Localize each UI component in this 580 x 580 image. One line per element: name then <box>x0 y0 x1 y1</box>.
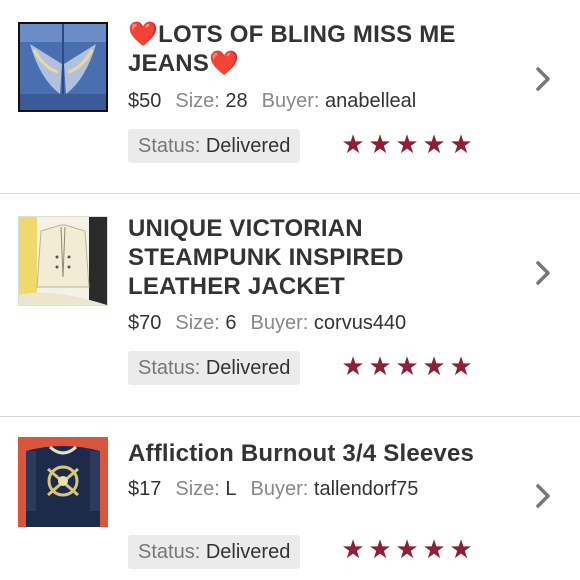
heart-icon: ❤️ <box>209 50 240 77</box>
star-icon: ★ <box>422 534 447 564</box>
status-badge: Status: Delivered <box>128 129 301 163</box>
item-size: 28 <box>225 90 248 112</box>
item-price: $70 <box>128 312 162 334</box>
star-icon: ★ <box>395 351 420 381</box>
chevron-right-icon[interactable] <box>530 66 556 92</box>
item-title: UNIQUE VICTORIAN STEAMPUNK INSPIRED LEAT… <box>128 215 404 300</box>
item-size: 6 <box>225 312 237 334</box>
status-badge: Status: Delivered <box>128 351 301 385</box>
buyer-name: tallendorf75 <box>313 478 419 500</box>
rating-stars: ★ ★ ★ ★ ★ <box>340 351 475 382</box>
star-icon: ★ <box>422 129 447 159</box>
star-icon: ★ <box>341 129 366 159</box>
buyer-name: corvus440 <box>313 312 407 334</box>
star-icon: ★ <box>368 129 393 159</box>
star-icon: ★ <box>368 534 393 564</box>
rating-stars: ★ ★ ★ ★ ★ <box>340 129 475 160</box>
heart-icon: ❤️ <box>128 21 159 48</box>
item-title: ❤️LOTS OF BLING MISS ME JEANS❤️ <box>128 21 456 77</box>
item-price: $17 <box>128 478 162 500</box>
star-icon: ★ <box>395 534 420 564</box>
list-item[interactable]: UNIQUE VICTORIAN STEAMPUNK INSPIRED LEAT… <box>0 194 580 417</box>
item-title: Affliction Burnout 3/4 Sleeves <box>128 440 475 467</box>
item-thumbnail-jacket <box>18 216 108 306</box>
status-label: Status: <box>138 135 201 157</box>
item-thumbnail-jeans <box>18 22 108 112</box>
item-size: L <box>225 478 237 500</box>
buyer-name: anabelleal <box>325 90 417 112</box>
list-item[interactable]: Affliction Burnout 3/4 Sleeves $17 Size: … <box>0 417 580 580</box>
sales-list: ❤️LOTS OF BLING MISS ME JEANS❤️ $50 Size:… <box>0 0 580 580</box>
star-icon: ★ <box>449 534 474 564</box>
item-meta: $50 Size: 28 Buyer: anabelleal <box>128 90 416 113</box>
star-icon: ★ <box>449 129 474 159</box>
item-thumbnail-shirt <box>18 437 108 527</box>
status-label: Status: <box>138 541 201 563</box>
rating-stars: ★ ★ ★ ★ ★ <box>340 534 475 565</box>
star-icon: ★ <box>395 129 420 159</box>
size-label: Size: <box>175 478 220 500</box>
buyer-label: Buyer: <box>250 478 309 500</box>
star-icon: ★ <box>449 351 474 381</box>
size-label: Size: <box>175 90 220 112</box>
item-price: $50 <box>128 90 162 112</box>
status-value: Delivered <box>205 541 291 563</box>
buyer-label: Buyer: <box>261 90 320 112</box>
size-label: Size: <box>175 312 220 334</box>
status-value: Delivered <box>205 357 291 379</box>
star-icon: ★ <box>341 534 366 564</box>
chevron-right-icon[interactable] <box>530 483 556 509</box>
star-icon: ★ <box>422 351 447 381</box>
list-item[interactable]: ❤️LOTS OF BLING MISS ME JEANS❤️ $50 Size:… <box>0 0 580 194</box>
item-meta: $17 Size: L Buyer: tallendorf75 <box>128 478 418 501</box>
item-meta: $70 Size: 6 Buyer: corvus440 <box>128 312 406 335</box>
buyer-label: Buyer: <box>250 312 309 334</box>
status-value: Delivered <box>205 135 291 157</box>
star-icon: ★ <box>341 351 366 381</box>
chevron-right-icon[interactable] <box>530 260 556 286</box>
star-icon: ★ <box>368 351 393 381</box>
status-badge: Status: Delivered <box>128 535 301 569</box>
status-label: Status: <box>138 357 201 379</box>
